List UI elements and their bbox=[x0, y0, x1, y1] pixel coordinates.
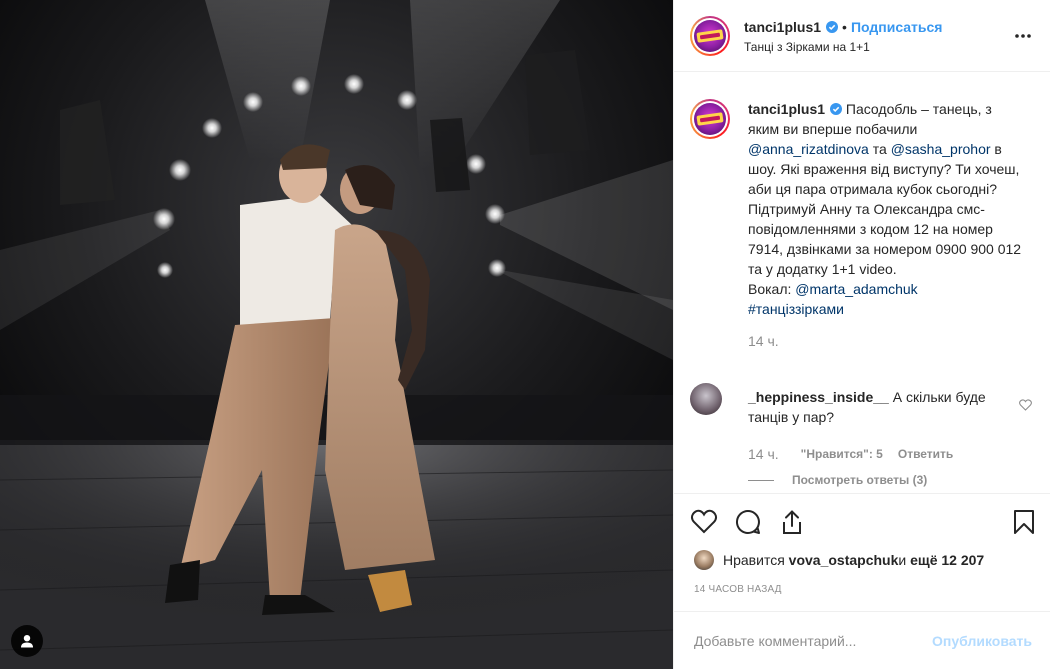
author-username[interactable]: tanci1plus1 bbox=[744, 19, 821, 35]
comments-list[interactable]: tanci1plus1 Пасодобль – танець, з яким в… bbox=[674, 73, 1050, 493]
bookmark-icon[interactable] bbox=[1010, 508, 1038, 536]
caption-text-part: в шоу. Які враження від виступу? Ти хоче… bbox=[748, 141, 1022, 277]
comment-input[interactable] bbox=[694, 632, 933, 649]
heart-icon[interactable] bbox=[690, 508, 718, 536]
liker-avatar[interactable] bbox=[694, 550, 714, 570]
location-link[interactable]: Танці з Зірками на 1+1 bbox=[744, 40, 942, 54]
show-logo-icon bbox=[694, 103, 726, 135]
likes-prefix: Нравится bbox=[723, 552, 785, 568]
comment-heart-icon[interactable] bbox=[1019, 399, 1032, 411]
caption-time[interactable]: 14 ч. bbox=[748, 331, 1023, 351]
hashtag-link[interactable]: #танціззірками bbox=[748, 301, 844, 317]
post-actions: Нравится vova_ostapchuk и ещё 12 207 14 … bbox=[674, 493, 1050, 609]
instagram-post: tanci1plus1 • Подписаться Танці з Зіркам… bbox=[0, 0, 1050, 669]
comment-likes[interactable]: "Нравится": 5 bbox=[801, 447, 883, 461]
likes-count[interactable]: ещё 12 207 bbox=[910, 552, 984, 568]
verified-badge-icon bbox=[826, 20, 839, 33]
comment-text: _heppiness_inside__ А скільки буде танці… bbox=[748, 387, 1008, 427]
caption-author-avatar[interactable] bbox=[690, 99, 730, 139]
post-timestamp[interactable]: 14 часов назад bbox=[694, 584, 782, 595]
commenter-username[interactable]: _heppiness_inside__ bbox=[748, 389, 889, 405]
caption-text: tanci1plus1 Пасодобль – танець, з яким в… bbox=[748, 99, 1023, 351]
post-caption: tanci1plus1 Пасодобль – танець, з яким в… bbox=[690, 99, 1040, 351]
comment-icon[interactable] bbox=[734, 508, 762, 536]
post-photo[interactable] bbox=[0, 0, 673, 669]
commenter-avatar[interactable] bbox=[690, 383, 722, 415]
post-header: tanci1plus1 • Подписаться Танці з Зіркам… bbox=[674, 0, 1050, 72]
mention-link[interactable]: @anna_rizatdinova bbox=[748, 141, 869, 157]
comment-time[interactable]: 14 ч. bbox=[748, 446, 779, 462]
caption-text-part: Вокал: bbox=[748, 281, 796, 297]
separator-dot: • bbox=[842, 18, 847, 35]
post-side-panel: tanci1plus1 • Подписаться Танці з Зіркам… bbox=[673, 0, 1050, 669]
share-icon[interactable] bbox=[778, 508, 806, 536]
reply-button[interactable]: Ответить bbox=[898, 447, 953, 461]
comment-item: _heppiness_inside__ А скільки буде танці… bbox=[690, 383, 1040, 427]
likes-summary: Нравится vova_ostapchuk и ещё 12 207 bbox=[694, 550, 984, 570]
caption-username[interactable]: tanci1plus1 bbox=[748, 101, 825, 117]
show-logo-icon bbox=[694, 19, 726, 52]
publish-button[interactable]: Опубликовать bbox=[932, 633, 1032, 649]
dance-photo bbox=[0, 0, 673, 669]
tagged-users-button[interactable] bbox=[11, 625, 43, 657]
liker-username[interactable]: vova_ostapchuk bbox=[789, 552, 899, 568]
user-icon bbox=[21, 635, 33, 648]
comment-meta: 14 ч. "Нравится": 5 Ответить bbox=[748, 446, 953, 462]
view-replies-button[interactable]: Посмотреть ответы (3) bbox=[748, 473, 927, 487]
mention-link[interactable]: @sasha_prohor bbox=[891, 141, 991, 157]
replies-divider bbox=[748, 479, 774, 481]
verified-badge-icon bbox=[830, 103, 843, 115]
author-avatar[interactable] bbox=[690, 15, 730, 56]
caption-text-part: та bbox=[868, 141, 891, 157]
mention-link[interactable]: @marta_adamchuk bbox=[795, 281, 917, 297]
view-replies-label: Посмотреть ответы (3) bbox=[792, 473, 928, 487]
follow-button[interactable]: Подписаться bbox=[851, 19, 943, 35]
likes-middle: и bbox=[898, 552, 907, 568]
ellipsis-icon[interactable] bbox=[1014, 28, 1032, 44]
add-comment-form: Опубликовать bbox=[674, 611, 1050, 669]
